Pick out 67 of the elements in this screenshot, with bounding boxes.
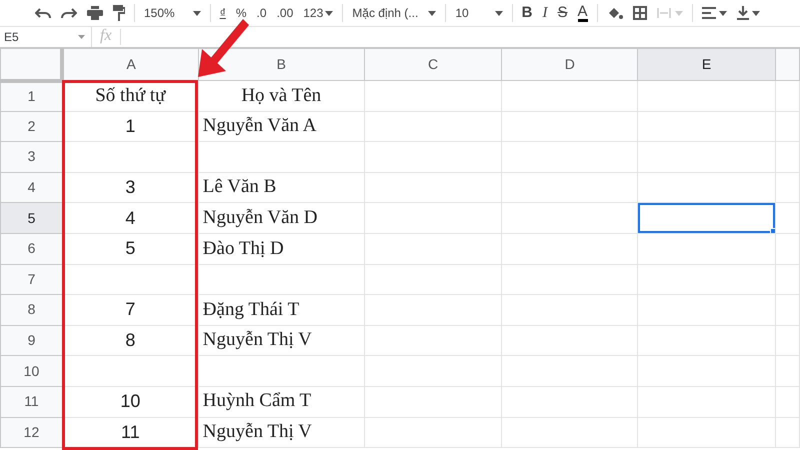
column-header[interactable]: E xyxy=(638,48,776,80)
table-cell: Nguyễn Văn D xyxy=(198,202,364,234)
caret-icon xyxy=(494,10,503,16)
bold-button[interactable]: B xyxy=(516,0,538,26)
borders-icon xyxy=(632,6,647,20)
table-cell: Đào Thị D xyxy=(198,233,364,264)
table-cell: 5 xyxy=(62,233,198,264)
row-header[interactable]: 8 xyxy=(0,294,62,326)
font-size-dropdown[interactable]: 10 xyxy=(450,0,508,26)
row-header[interactable]: 4 xyxy=(0,172,62,203)
text-color-button[interactable]: A xyxy=(572,0,593,26)
caret-icon xyxy=(674,10,683,16)
table-cell: 3 xyxy=(62,172,198,203)
row-header[interactable]: 2 xyxy=(0,111,62,142)
row-header[interactable]: 6 xyxy=(0,233,62,264)
row-header[interactable]: 7 xyxy=(0,264,62,295)
table-cell: 10 xyxy=(62,386,198,418)
row-header[interactable]: 5 xyxy=(0,202,62,234)
column-header[interactable]: B xyxy=(198,48,364,80)
paint-roller-icon xyxy=(113,5,125,21)
decrease-decimal-button[interactable]: .0 xyxy=(252,0,272,26)
row-header[interactable]: 10 xyxy=(0,356,62,386)
strikethrough-button[interactable]: S xyxy=(552,0,573,26)
row-header[interactable]: 11 xyxy=(0,386,62,418)
caret-icon xyxy=(78,35,85,39)
zoom-dropdown[interactable]: 150% xyxy=(139,0,206,26)
printer-icon xyxy=(87,6,103,20)
caret-icon xyxy=(428,10,436,16)
align-bottom-icon xyxy=(736,6,749,20)
caret-icon xyxy=(192,10,201,16)
paint-bucket-icon xyxy=(606,6,623,20)
row-header[interactable]: 12 xyxy=(0,417,62,448)
currency-button[interactable]: ₫ xyxy=(214,0,231,26)
name-box[interactable]: E5 xyxy=(0,27,92,47)
selected-cell[interactable] xyxy=(638,202,776,234)
table-cell: Nguyễn Thị V xyxy=(198,325,364,356)
table-cell: Họ và Tên xyxy=(198,80,364,112)
table-cell: Đặng Thái T xyxy=(198,294,364,326)
caret-icon xyxy=(752,10,760,16)
table-cell: Huỳnh Cẩm T xyxy=(198,386,364,418)
arrow xyxy=(198,19,249,77)
row-header[interactable]: 1 xyxy=(0,80,62,112)
column-header[interactable]: C xyxy=(364,48,502,80)
caret-icon xyxy=(718,10,727,16)
row-header[interactable]: 9 xyxy=(0,325,62,356)
table-cell: Nguyễn Thị V xyxy=(198,417,364,448)
italic-button[interactable]: I xyxy=(538,0,553,26)
table-cell: 1 xyxy=(62,111,198,142)
align-left-icon xyxy=(702,7,716,19)
redo-icon xyxy=(61,7,77,19)
undo-icon xyxy=(35,7,51,19)
row-header[interactable]: 3 xyxy=(0,142,62,172)
merge-icon xyxy=(656,7,671,19)
table-cell: Số thứ tự xyxy=(62,80,198,112)
table-cell: 7 xyxy=(62,294,198,326)
font-dropdown[interactable]: Mặc định (... xyxy=(347,0,442,26)
caret-icon xyxy=(325,10,334,16)
number-format-dropdown[interactable]: 123 xyxy=(298,0,338,26)
column-header[interactable]: A xyxy=(62,48,198,80)
column-header[interactable]: D xyxy=(502,48,638,80)
table-cell: 8 xyxy=(62,325,198,356)
table-cell: Lê Văn B xyxy=(198,172,364,203)
percent-button[interactable]: % xyxy=(230,0,252,26)
table-cell: 4 xyxy=(62,202,198,234)
increase-decimal-button[interactable]: .00 xyxy=(272,0,298,26)
formula-label: fx xyxy=(92,29,121,45)
table-cell: Nguyễn Văn A xyxy=(198,111,364,142)
